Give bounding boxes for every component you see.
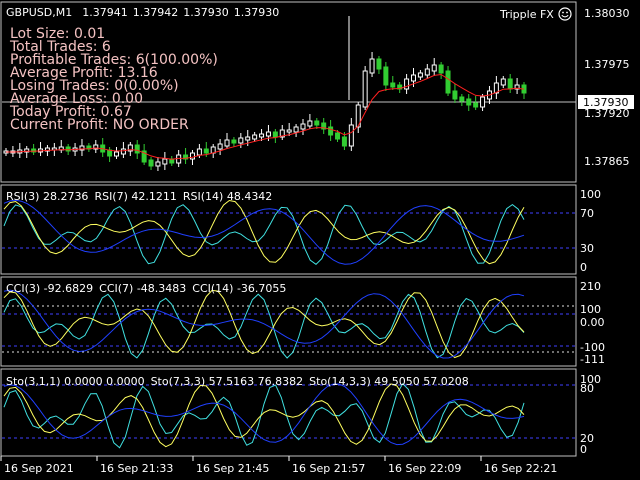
candle-body	[383, 66, 389, 86]
sto-7-line	[3, 383, 525, 448]
candle-body	[148, 159, 154, 167]
candle-body	[293, 126, 299, 133]
candle-body	[348, 124, 354, 147]
sto-tick: 80	[580, 382, 594, 395]
candle-body	[438, 64, 444, 74]
rsi-axis: 100 70 30 0	[580, 188, 601, 274]
candle-body	[452, 90, 458, 100]
time-tick: 16 Sep 21:57	[292, 462, 365, 475]
symbol-label: GBPUSD,M1 1.37941 1.37942 1.37930 1.37930	[6, 6, 279, 19]
time-tick: 16 Sep 2021	[4, 462, 74, 475]
candle-body	[300, 123, 306, 130]
candle-body	[120, 148, 126, 155]
cci-tick: -111	[580, 353, 605, 366]
cci-lines	[3, 289, 525, 359]
candle-body	[424, 68, 430, 76]
rsi-header: RSI(3) 28.2736 RSI(7) 42.1211 RSI(14) 48.4…	[6, 190, 272, 203]
candle-body	[480, 96, 486, 108]
candle-body	[376, 58, 382, 70]
candle-body	[417, 72, 423, 78]
candle-body	[390, 82, 396, 88]
candle-body	[362, 70, 368, 108]
candle-body	[245, 136, 251, 141]
stat-current-profit: Current Profit: NO ORDER	[10, 117, 189, 133]
cci-tick: 100	[580, 303, 601, 316]
chart-area[interactable]: GBPUSD,M1 1.37941 1.37942 1.37930 1.37930 Tr…	[0, 0, 640, 480]
rsi-lines	[3, 199, 525, 265]
candle-body	[369, 58, 375, 74]
candle-body	[272, 131, 278, 138]
candle-body	[65, 146, 71, 152]
current-price-label: 1.37930	[583, 96, 629, 109]
level-lines	[2, 212, 576, 439]
time-tick: 16 Sep 22:21	[484, 462, 557, 475]
rsi-tick: 0	[580, 261, 587, 274]
candle-body	[507, 78, 513, 90]
price-tick: 1.38030	[584, 7, 630, 20]
smiley-icon[interactable]	[558, 7, 572, 21]
rsi-14-line	[3, 199, 525, 265]
sto-tick: 0	[580, 443, 587, 456]
sto-14-line	[3, 383, 525, 446]
cci-tick: 0.00	[580, 316, 605, 329]
sto-header: Sto(3,1,1) 0.0000 0.0000 Sto(7,3,3) 57.51…	[6, 375, 469, 388]
price-axis: 1.38030 1.37975 1.37920 1.37865 1.37930	[578, 7, 634, 168]
candle-body	[203, 148, 209, 154]
candle-body	[265, 131, 271, 137]
time-axis: 16 Sep 2021 16 Sep 21:33 16 Sep 21:45 16…	[0, 456, 557, 475]
candle-body	[134, 144, 140, 154]
expert-label: Tripple FX	[499, 8, 554, 21]
cci-axis: 210 100 0.00 -100 -111	[580, 280, 605, 366]
candle-body	[259, 133, 265, 138]
candle-body	[431, 64, 437, 72]
time-tick: 16 Sep 22:09	[388, 462, 461, 475]
sto-axis: 100 80 20 0	[580, 373, 601, 456]
rsi-tick: 70	[580, 207, 594, 220]
candle-body	[341, 136, 347, 147]
price-tick: 1.37975	[584, 58, 630, 71]
candle-body	[224, 139, 230, 147]
candle-body	[328, 126, 334, 136]
candle-body	[473, 102, 479, 108]
candle-body	[410, 74, 416, 82]
rsi-7-line	[3, 199, 525, 265]
candle-body	[445, 70, 451, 94]
rsi-tick: 30	[580, 242, 594, 255]
candle-body	[217, 143, 223, 150]
candle-body	[404, 78, 410, 90]
time-tick: 16 Sep 21:33	[100, 462, 173, 475]
candle-body	[114, 151, 120, 157]
candle-body	[335, 132, 341, 140]
candle-body	[162, 158, 168, 165]
candle-body	[459, 96, 465, 102]
candle-body	[307, 120, 313, 127]
cci-tick: 210	[580, 280, 601, 293]
candle-body	[189, 152, 195, 160]
candle-body	[231, 139, 237, 144]
cci-header: CCI(3) -92.6829 CCI(7) -48.3483 CCI(14) -3…	[6, 282, 286, 295]
candle-body	[286, 129, 292, 133]
candle-body	[314, 120, 320, 126]
candle-body	[500, 78, 506, 86]
stats-block: Lot Size: 0.01 Total Trades: 6 Profitabl…	[9, 26, 218, 133]
rsi-tick: 100	[580, 188, 601, 201]
candle-body	[196, 148, 202, 156]
candle-body	[466, 98, 472, 106]
candle-body	[252, 134, 258, 140]
time-tick: 16 Sep 21:45	[196, 462, 269, 475]
candle-body	[155, 161, 161, 167]
price-tick: 1.37865	[584, 155, 630, 168]
cci-3-line	[3, 293, 525, 359]
candle-body	[238, 137, 244, 144]
